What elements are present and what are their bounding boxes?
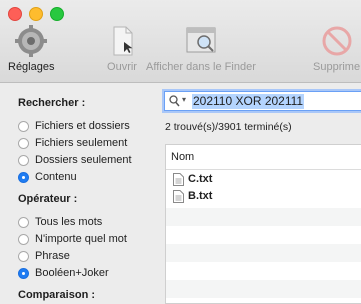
option-boolean-wildcard[interactable]: Booléen+Joker	[18, 265, 109, 281]
radio-button[interactable]	[18, 154, 29, 166]
close-window-button[interactable]	[8, 7, 22, 21]
radio-button-selected[interactable]	[18, 267, 29, 279]
show-in-finder-button[interactable]: Afficher dans le Finder	[146, 24, 256, 73]
search-input[interactable]: ▾ 202110 XOR 202111	[164, 91, 361, 111]
list-item[interactable]: B.txt	[166, 187, 361, 205]
operator-title: Opérateur :	[18, 193, 78, 205]
row-stripe	[166, 208, 361, 226]
option-files-only[interactable]: Fichiers seulement	[18, 135, 127, 151]
search-value: 202110 XOR 202111	[192, 94, 305, 109]
radio-button[interactable]	[18, 120, 29, 132]
comparison-title: Comparaison :	[18, 289, 96, 301]
radio-button[interactable]	[18, 216, 29, 228]
file-name: C.txt	[188, 173, 213, 185]
option-files-and-folders[interactable]: Fichiers et dossiers	[18, 118, 130, 134]
row-stripe	[166, 244, 361, 262]
row-stripe	[166, 280, 361, 298]
search-type-title: Rechercher :	[18, 97, 86, 109]
option-all-words[interactable]: Tous les mots	[18, 214, 102, 230]
window-controls	[8, 7, 64, 21]
minimize-window-button[interactable]	[29, 7, 43, 21]
column-header-name[interactable]: Nom	[166, 145, 361, 170]
radio-button[interactable]	[18, 250, 29, 262]
file-name: B.txt	[188, 190, 213, 202]
radio-button[interactable]	[18, 137, 29, 149]
delete-label: Supprime	[313, 61, 361, 73]
option-folders-only[interactable]: Dossiers seulement	[18, 152, 132, 168]
results-list[interactable]: Nom C.txt B.txt	[165, 144, 361, 304]
option-content[interactable]: Contenu	[18, 169, 77, 185]
gear-icon	[15, 25, 48, 57]
delete-button[interactable]: Supprime	[313, 24, 360, 73]
option-phrase[interactable]: Phrase	[18, 248, 70, 264]
zoom-window-button[interactable]	[50, 7, 64, 21]
settings-button[interactable]: Réglages	[8, 24, 54, 73]
options-panel: Rechercher : Fichiers et dossiers Fichie…	[0, 83, 158, 301]
option-any-word[interactable]: N'importe quel mot	[18, 231, 127, 247]
text-file-icon	[173, 172, 184, 186]
search-icon	[169, 95, 180, 107]
show-in-finder-label: Afficher dans le Finder	[146, 61, 256, 73]
search-status: 2 trouvé(s)/3901 terminé(s)	[165, 121, 292, 133]
chevron-down-icon[interactable]: ▾	[182, 95, 186, 104]
settings-label: Réglages	[8, 61, 55, 73]
toolbar: Réglages Ouvrir Afficher dans le Finder …	[0, 0, 361, 83]
finder-window-icon	[186, 27, 216, 53]
no-entry-icon	[322, 26, 352, 56]
document-icon	[113, 26, 133, 56]
radio-button[interactable]	[18, 233, 29, 245]
text-file-icon	[173, 189, 184, 203]
open-label: Ouvrir	[107, 61, 137, 73]
open-button[interactable]: Ouvrir	[105, 24, 139, 73]
list-item[interactable]: C.txt	[166, 170, 361, 188]
radio-button-selected[interactable]	[18, 171, 29, 183]
